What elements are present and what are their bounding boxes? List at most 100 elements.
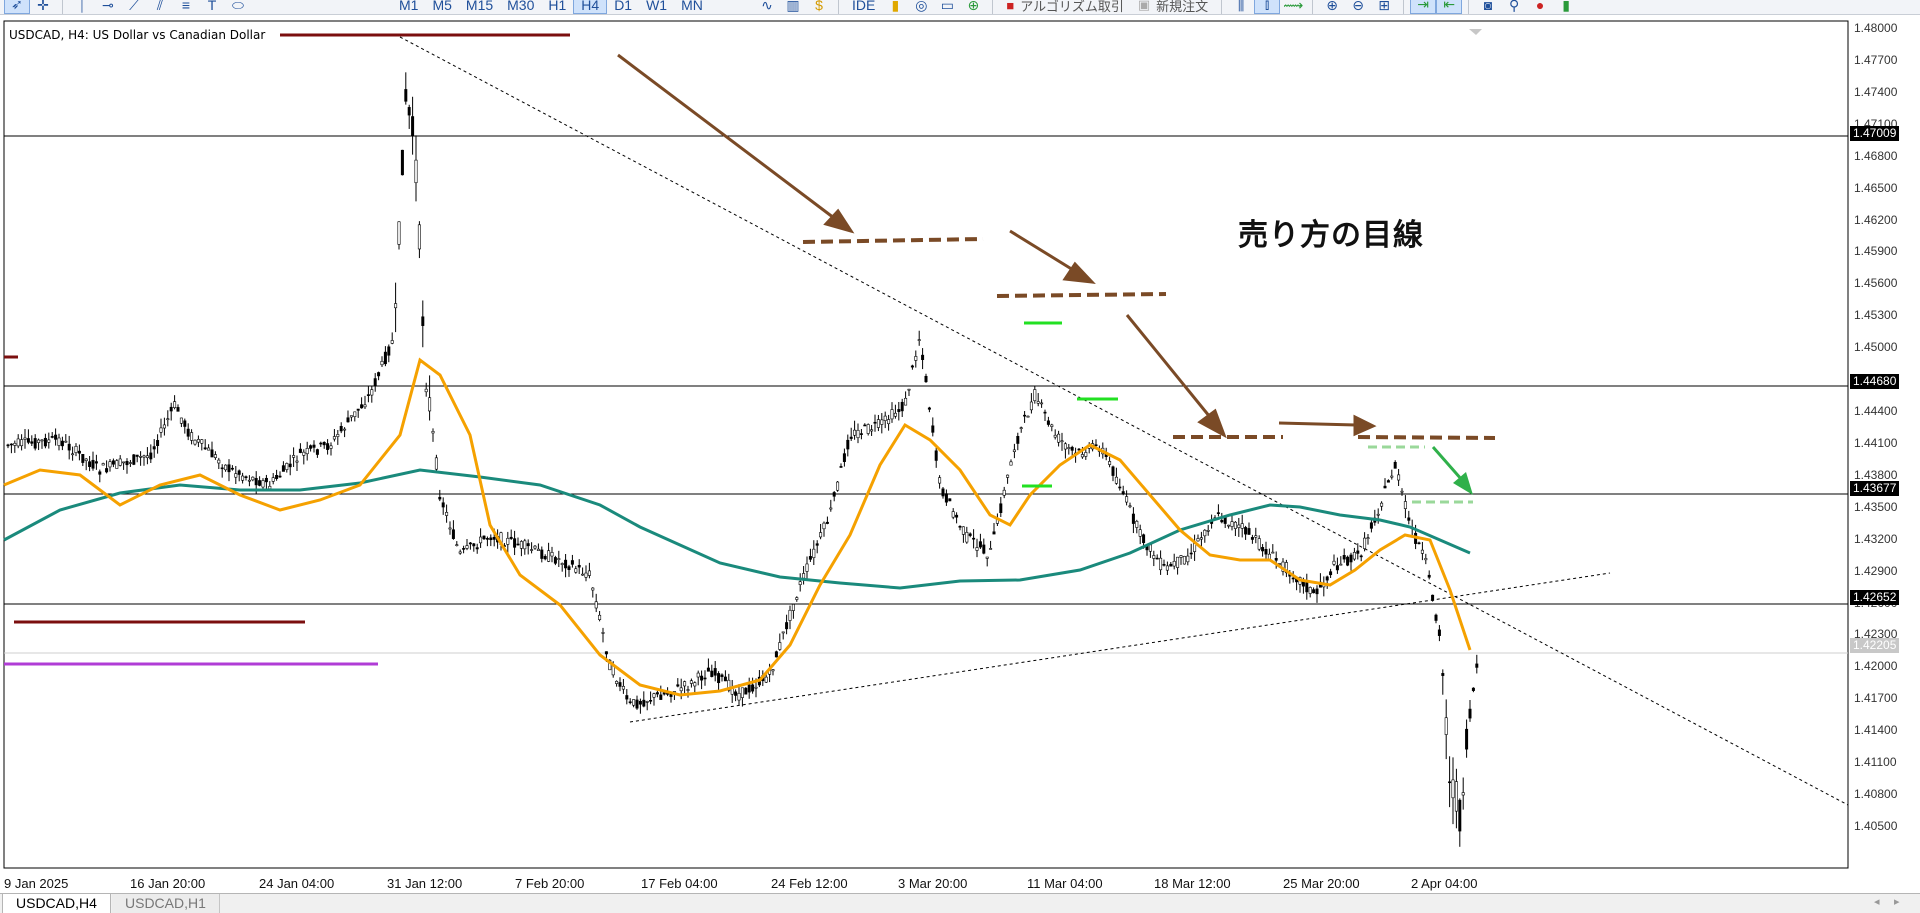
candle-body — [655, 692, 659, 695]
trendline-icon[interactable]: ⟋ — [121, 0, 147, 14]
candle-body — [329, 445, 333, 449]
brown-arrow-4[interactable] — [1278, 421, 1357, 427]
autoscroll-icon[interactable]: ⇥ — [1410, 0, 1437, 14]
candle-body — [1125, 496, 1129, 503]
candle-body — [1199, 537, 1203, 540]
tile-windows-icon[interactable]: ⊞ — [1371, 0, 1397, 14]
candle-body — [37, 439, 41, 443]
horizontal-line-icon[interactable]: ⊸ — [95, 0, 121, 14]
annotation-text[interactable]: 売り方の目線 — [1238, 210, 1424, 254]
tab-scroll-left-icon[interactable]: ◂ — [1874, 895, 1880, 908]
candle-body — [1424, 558, 1428, 561]
candle-body — [71, 453, 75, 456]
candle-body — [33, 438, 37, 449]
chart-type-icon[interactable]: ▥ — [780, 0, 806, 14]
search-icon[interactable]: ⚲ — [1501, 0, 1527, 14]
candle-body — [1196, 538, 1200, 542]
price-chart[interactable] — [0, 15, 1920, 893]
strategy-icon[interactable]: ▮ — [882, 0, 908, 14]
fibonacci-icon[interactable]: ≡ — [173, 0, 199, 14]
channel-icon[interactable]: ⫽ — [147, 0, 173, 14]
time-tick-label: 31 Jan 12:00 — [387, 876, 463, 891]
candle-body — [989, 548, 993, 550]
candle-body — [1369, 522, 1373, 529]
price-scale[interactable]: 1.48000 1.47700 1.47400 1.47100 1.46800 1.465… — [1848, 15, 1920, 868]
timeframe-m30[interactable]: M30 — [500, 0, 541, 14]
candle-body — [880, 419, 884, 425]
timeframe-m1[interactable]: M1 — [392, 0, 425, 14]
notifications-icon[interactable]: ● — [1527, 0, 1553, 14]
candlestick-icon[interactable]: ⫾ — [1254, 0, 1281, 14]
zoom-out-icon[interactable]: ⊖ — [1345, 0, 1371, 14]
candle-body — [57, 437, 61, 446]
new-order-button[interactable]: ▣ 新規注文 — [1131, 0, 1215, 14]
candle-body — [298, 448, 302, 453]
timeframe-m5[interactable]: M5 — [425, 0, 458, 14]
candle-body — [118, 458, 122, 466]
candle-body — [360, 404, 364, 409]
candle-body — [1009, 461, 1013, 466]
timeframe-d1[interactable]: D1 — [607, 0, 639, 14]
chart-window[interactable]: USDCAD, H4: US Dollar vs Canadian Dollar… — [0, 15, 1920, 869]
candle-body — [475, 547, 479, 550]
candle-body — [217, 459, 221, 464]
candle-body — [458, 551, 462, 554]
cursor-icon[interactable]: ➶ — [4, 0, 30, 14]
timeframe-w1[interactable]: W1 — [639, 0, 674, 14]
tab-scroll-right-icon[interactable]: ▸ — [1894, 895, 1900, 908]
candle-body — [652, 693, 656, 698]
candle-body — [152, 446, 156, 450]
candle-body — [955, 514, 959, 518]
candle-body — [1165, 565, 1169, 571]
candle-body — [1121, 491, 1125, 494]
time-scale[interactable]: 9 Jan 2025 16 Jan 20:00 24 Jan 04:00 31 Jan… — [0, 868, 1848, 893]
indicators-icon[interactable]: ∿ — [754, 0, 780, 14]
timeframe-mn[interactable]: MN — [674, 0, 710, 14]
time-tick-label: 3 Mar 20:00 — [898, 876, 968, 891]
timeframe-h1[interactable]: H1 — [541, 0, 573, 14]
candle-body — [1380, 502, 1384, 507]
candle-body — [1301, 581, 1305, 587]
bar-chart-icon[interactable]: ⫼ — [1228, 0, 1254, 14]
ide-button[interactable]: IDE — [845, 0, 882, 14]
candle-body — [553, 557, 557, 564]
algo-trading-button[interactable]: ■ アルゴリズム取引 — [999, 0, 1130, 14]
market-icon[interactable]: $ — [806, 0, 832, 14]
candle-body — [1451, 779, 1455, 799]
candle-body — [1308, 587, 1312, 594]
candle-body — [1339, 563, 1343, 566]
chart-shift-icon[interactable]: ⇤ — [1436, 0, 1463, 14]
signal-strength-icon[interactable]: ▮ — [1553, 0, 1579, 14]
candle-body — [1397, 474, 1401, 481]
tab-usdcad-h4[interactable]: USDCAD,H4 — [2, 894, 111, 913]
signal-icon[interactable]: ◎ — [908, 0, 934, 14]
candle-body — [315, 449, 319, 455]
candle-body — [128, 462, 132, 464]
shapes-icon[interactable]: ⬭ — [225, 0, 251, 14]
global-icon[interactable]: ⊕ — [960, 0, 986, 14]
chart-symbol-label: USDCAD, H4: US Dollar vs Canadian Dollar — [9, 28, 266, 42]
candle-body — [312, 444, 316, 448]
candle-body — [94, 461, 98, 464]
vertical-line-icon[interactable]: ⏐ — [69, 0, 95, 14]
tab-usdcad-h1[interactable]: USDCAD,H1 — [112, 894, 220, 913]
timeframe-m15[interactable]: M15 — [459, 0, 500, 14]
price-tag: 1.43677 — [1850, 480, 1900, 496]
vps-icon[interactable]: ▭ — [934, 0, 960, 14]
crosshair-icon[interactable]: ✛ — [30, 0, 56, 14]
candle-body — [632, 699, 636, 706]
candle-body — [1152, 555, 1156, 559]
candle-body — [1471, 687, 1475, 691]
candle-body — [101, 463, 105, 466]
line-chart-icon[interactable]: ⟿ — [1280, 0, 1306, 14]
candle-body — [836, 481, 840, 491]
timeframe-h4[interactable]: H4 — [573, 0, 608, 14]
candle-body — [591, 587, 595, 591]
candle-body — [519, 541, 523, 549]
candle-body — [275, 475, 279, 479]
screenshot-icon[interactable]: ◙ — [1475, 0, 1501, 14]
zoom-in-icon[interactable]: ⊕ — [1319, 0, 1345, 14]
text-tool-icon[interactable]: T — [199, 0, 225, 14]
price-tick-label: 1.43500 — [1854, 499, 1898, 514]
candle-body — [1383, 485, 1387, 489]
